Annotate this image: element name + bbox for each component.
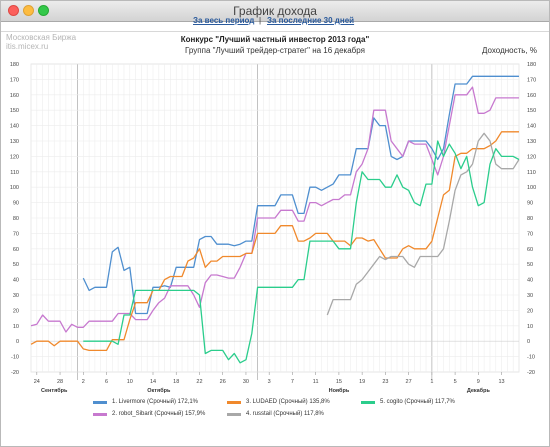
y-tick-label-right: 180: [527, 62, 536, 68]
y-tick-label-left: 70: [13, 231, 19, 237]
y-tick-label-left: 60: [13, 247, 19, 253]
x-tick-label: 13: [499, 379, 505, 385]
y-tick-label-left: 50: [13, 262, 19, 268]
x-tick-label: 10: [127, 379, 133, 385]
legend-label: 3. LUDAED (Срочный) 135,8%: [246, 399, 330, 405]
app-window: График дохода За весь период | За послед…: [0, 0, 550, 447]
x-tick-label: 1: [430, 379, 433, 385]
x-month-label: Декабрь: [467, 387, 491, 394]
legend-label: 1. Livermore (Срочный) 172,1%: [112, 399, 199, 405]
legend-swatch: [227, 401, 241, 404]
y-tick-label-right: 160: [527, 93, 536, 99]
y-tick-label-left: -20: [11, 370, 19, 376]
x-tick-label: 18: [173, 379, 179, 385]
y-tick-label-right: 30: [527, 293, 533, 299]
y-tick-label-right: 40: [527, 278, 533, 284]
y-tick-label-left: 100: [10, 185, 19, 191]
x-tick-label: 15: [336, 379, 342, 385]
x-tick-label: 30: [243, 379, 249, 385]
x-tick-label: 5: [454, 379, 457, 385]
y-tick-label-right: 120: [527, 154, 536, 160]
y-tick-label-left: 180: [10, 62, 19, 68]
x-tick-label: 19: [359, 379, 365, 385]
y-tick-label-left: 140: [10, 124, 19, 130]
y-tick-label-right: 70: [527, 231, 533, 237]
x-tick-label: 23: [382, 379, 388, 385]
y-tick-label-left: 20: [13, 308, 19, 314]
y-tick-label-right: 90: [527, 201, 533, 207]
y-tick-label-left: 150: [10, 108, 19, 114]
x-tick-label: 14: [150, 379, 156, 385]
y-tick-label-left: 90: [13, 201, 19, 207]
x-tick-label: 22: [196, 379, 202, 385]
legend-swatch: [227, 413, 241, 416]
chart-plot: -20 -20 -10 -10 0 0 10 10 20 20 30 30 40 40 50 50 60 60 70…: [10, 62, 536, 394]
y-tick-label-right: 0: [527, 339, 530, 345]
y-tick-label-right: 170: [527, 77, 536, 83]
x-tick-label: 6: [105, 379, 108, 385]
x-tick-label: 3: [268, 379, 271, 385]
y-tick-label-left: 130: [10, 139, 19, 145]
x-tick-label: 27: [406, 379, 412, 385]
y-tick-label-left: 80: [13, 216, 19, 222]
y-tick-label-right: -20: [527, 370, 535, 376]
y-tick-label-right: 50: [527, 262, 533, 268]
x-tick-label: 11: [313, 379, 319, 385]
y-tick-label-left: 0: [16, 339, 19, 345]
legend-label: 5. cogito (Срочный) 117,7%: [380, 399, 455, 405]
legend-swatch: [93, 401, 107, 404]
y-tick-label-left: 30: [13, 293, 19, 299]
y-tick-label-right: 10: [527, 324, 533, 330]
legend-swatch: [361, 401, 375, 404]
y-tick-label-right: 20: [527, 308, 533, 314]
y-tick-label-right: -10: [527, 355, 535, 361]
x-tick-label: 2: [82, 379, 85, 385]
x-tick-label: 24: [34, 379, 40, 385]
x-month-label: Ноябрь: [329, 387, 350, 394]
x-month-label: Октябрь: [147, 387, 171, 394]
y-tick-label-left: 170: [10, 77, 19, 83]
y-tick-label-right: 140: [527, 124, 536, 130]
y-tick-label-right: 80: [527, 216, 533, 222]
y-tick-label-right: 60: [527, 247, 533, 253]
x-tick-label: 7: [291, 379, 294, 385]
x-tick-label: 9: [477, 379, 480, 385]
y-tick-label-left: -10: [11, 355, 19, 361]
legend-swatch: [93, 413, 107, 416]
y-tick-label-left: 10: [13, 324, 19, 330]
y-tick-label-right: 100: [527, 185, 536, 191]
y-tick-label-right: 130: [527, 139, 536, 145]
x-tick-label: 28: [57, 379, 63, 385]
y-tick-label-left: 160: [10, 93, 19, 99]
y-tick-label-left: 40: [13, 278, 19, 284]
x-tick-label: 26: [220, 379, 226, 385]
y-tick-label-left: 120: [10, 154, 19, 160]
legend-label: 2. robot_Sibarit (Срочный) 157,9%: [112, 411, 206, 417]
y-tick-label-right: 150: [527, 108, 536, 114]
x-month-label: Сентябрь: [41, 387, 68, 394]
legend-label: 4. russtail (Срочный) 117,8%: [246, 411, 324, 417]
y-tick-label-right: 110: [527, 170, 536, 176]
y-tick-label-left: 110: [10, 170, 19, 176]
